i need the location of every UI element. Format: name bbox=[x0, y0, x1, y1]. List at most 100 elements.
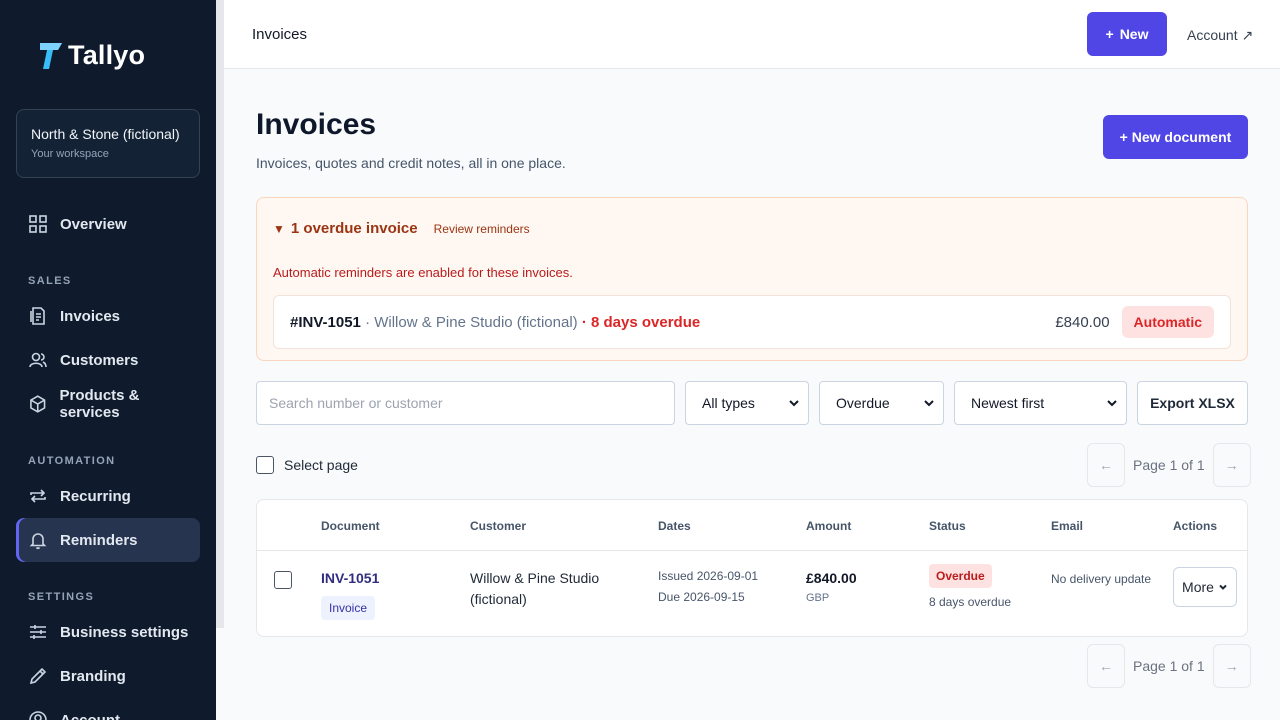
amount-value: £840.00 bbox=[806, 570, 857, 586]
type-select[interactable]: All types bbox=[685, 381, 809, 425]
customer-cell: Willow & Pine Studio (fictional) bbox=[470, 568, 599, 610]
sidebar-item-overview[interactable]: Overview bbox=[16, 202, 200, 246]
overdue-alert: ▼ 1 overdue invoice Review reminders Auto… bbox=[256, 197, 1248, 361]
overdue-invoice-number: #INV-1051 bbox=[290, 313, 361, 331]
sidebar-item-label: Customers bbox=[60, 351, 139, 369]
customer-name-line1: Willow & Pine Studio bbox=[470, 570, 600, 586]
issued-date: Issued 2026-09-01 bbox=[658, 569, 759, 583]
next-page-button[interactable]: → bbox=[1212, 443, 1251, 487]
sidebar: Tallyo North & Stone (fictional) Your wo… bbox=[0, 0, 216, 720]
sidebar-item-business-settings[interactable]: Business settings bbox=[16, 610, 200, 654]
sidebar-item-recurring[interactable]: Recurring bbox=[16, 474, 200, 518]
plus-icon: + bbox=[1105, 26, 1114, 42]
topbar-title: Invoices bbox=[252, 26, 308, 43]
due-date: Due 2026-09-15 bbox=[658, 590, 745, 604]
invoices-table: Document Customer Dates Amount Status Em… bbox=[256, 499, 1248, 637]
topbar: Invoices + New Account ↗ bbox=[224, 0, 1280, 69]
prev-page-button[interactable]: ← bbox=[1087, 644, 1125, 688]
chevron-down-icon bbox=[1107, 400, 1117, 407]
workspace-name: North & Stone (fictional) bbox=[31, 126, 180, 142]
row-checkbox[interactable] bbox=[274, 571, 292, 589]
page-indicator: Page 1 of 1 bbox=[1133, 658, 1205, 674]
grid-icon bbox=[29, 215, 47, 233]
sidebar-item-label: Products & services bbox=[59, 387, 140, 421]
user-circle-icon bbox=[29, 711, 47, 720]
caret-down-icon: ▼ bbox=[273, 222, 285, 236]
page-title: Invoices bbox=[256, 108, 377, 141]
sidebar-item-label: Business settings bbox=[60, 623, 189, 641]
sidebar-item-label: Branding bbox=[60, 667, 126, 685]
column-header-amount[interactable]: Amount bbox=[806, 519, 851, 533]
pagination-bottom: ← Page 1 of 1 → bbox=[1087, 644, 1251, 688]
customer-name-line2: (fictional) bbox=[470, 591, 527, 607]
column-header-dates[interactable]: Dates bbox=[658, 519, 691, 533]
next-page-button[interactable]: → bbox=[1212, 644, 1251, 688]
column-header-status[interactable]: Status bbox=[929, 519, 966, 533]
prev-page-button[interactable]: ← bbox=[1087, 443, 1125, 487]
sidebar-scrollbar[interactable] bbox=[216, 0, 224, 628]
pagination-top: ← Page 1 of 1 → bbox=[1087, 443, 1251, 487]
alert-header[interactable]: ▼ 1 overdue invoice Review reminders bbox=[273, 220, 530, 237]
email-status: No delivery update bbox=[1051, 572, 1152, 586]
overdue-invoice-days: 8 days overdue bbox=[591, 313, 701, 331]
more-actions-button[interactable]: More bbox=[1173, 567, 1237, 607]
chevron-down-icon bbox=[924, 400, 934, 407]
sidebar-item-invoices[interactable]: Invoices bbox=[16, 294, 200, 338]
alert-title: ▼ 1 overdue invoice bbox=[273, 220, 418, 237]
page-indicator: Page 1 of 1 bbox=[1133, 457, 1205, 473]
document-icon bbox=[30, 307, 45, 325]
select-page-checkbox[interactable] bbox=[256, 456, 274, 474]
status-select-value: Overdue bbox=[836, 395, 890, 411]
more-actions-label: More bbox=[1182, 579, 1214, 595]
bell-icon bbox=[29, 533, 47, 550]
select-page-label: Select page bbox=[284, 457, 358, 473]
amount-currency: GBP bbox=[806, 592, 830, 604]
new-button[interactable]: + New bbox=[1087, 12, 1167, 56]
column-header-actions: Actions bbox=[1173, 519, 1218, 533]
sidebar-item-label: Recurring bbox=[60, 487, 131, 505]
nav-section-sales: SALES bbox=[28, 275, 72, 287]
column-header-customer[interactable]: Customer bbox=[470, 519, 526, 533]
new-document-button[interactable]: + New document bbox=[1103, 115, 1248, 159]
chevron-down-icon bbox=[1219, 584, 1227, 590]
column-header-email: Email bbox=[1051, 519, 1084, 533]
status-badge: Overdue bbox=[929, 564, 992, 588]
table-header-divider bbox=[257, 550, 1247, 551]
sidebar-item-label: Account bbox=[60, 711, 120, 720]
sort-select[interactable]: Newest first bbox=[954, 381, 1127, 425]
chevron-down-icon bbox=[789, 400, 799, 407]
sidebar-item-products[interactable]: Products & services bbox=[16, 382, 200, 426]
export-xlsx-button[interactable]: Export XLSX bbox=[1137, 381, 1248, 425]
sidebar-item-customers[interactable]: Customers bbox=[16, 338, 200, 382]
review-reminders-link[interactable]: Review reminders bbox=[434, 222, 530, 236]
column-header-document[interactable]: Document bbox=[321, 519, 380, 533]
users-icon bbox=[29, 352, 47, 368]
amount-cell: £840.00 GBP bbox=[806, 570, 857, 604]
select-page[interactable]: Select page bbox=[256, 456, 358, 474]
type-select-value: All types bbox=[702, 395, 755, 411]
new-button-label: New bbox=[1119, 26, 1149, 42]
nav-section-settings: SETTINGS bbox=[28, 591, 95, 603]
search-input[interactable] bbox=[256, 381, 675, 425]
dates-cell: Issued 2026-09-01 Due 2026-09-15 bbox=[658, 566, 758, 608]
page-subtitle: Invoices, quotes and credit notes, all i… bbox=[256, 155, 566, 171]
nav-section-automation: AUTOMATION bbox=[28, 455, 116, 467]
sidebar-item-branding[interactable]: Branding bbox=[16, 654, 200, 698]
sort-select-value: Newest first bbox=[971, 395, 1045, 411]
account-link[interactable]: Account ↗ bbox=[1187, 27, 1253, 44]
sidebar-item-label: Invoices bbox=[60, 307, 121, 325]
status-cell: Overdue 8 days overdue bbox=[929, 564, 1012, 609]
sidebar-item-account[interactable]: Account bbox=[16, 698, 200, 720]
sidebar-item-reminders[interactable]: Reminders bbox=[16, 518, 200, 562]
workspace-switcher[interactable]: North & Stone (fictional) Your workspace bbox=[16, 109, 200, 178]
brand-logo[interactable]: Tallyo bbox=[38, 40, 145, 71]
document-number-link[interactable]: INV-1051 bbox=[321, 570, 379, 586]
repeat-icon bbox=[30, 489, 46, 503]
overdue-invoice-customer: Willow & Pine Studio (fictional) bbox=[374, 313, 578, 331]
status-select[interactable]: Overdue bbox=[819, 381, 944, 425]
overdue-invoice-row[interactable]: #INV-1051 · Willow & Pine Studio (fictio… bbox=[273, 295, 1231, 349]
logo-mark-icon bbox=[38, 41, 64, 71]
sidebar-item-label: Overview bbox=[60, 215, 127, 233]
overdue-invoice-summary: #INV-1051 · Willow & Pine Studio (fictio… bbox=[290, 313, 701, 331]
status-detail: 8 days overdue bbox=[929, 595, 1012, 609]
